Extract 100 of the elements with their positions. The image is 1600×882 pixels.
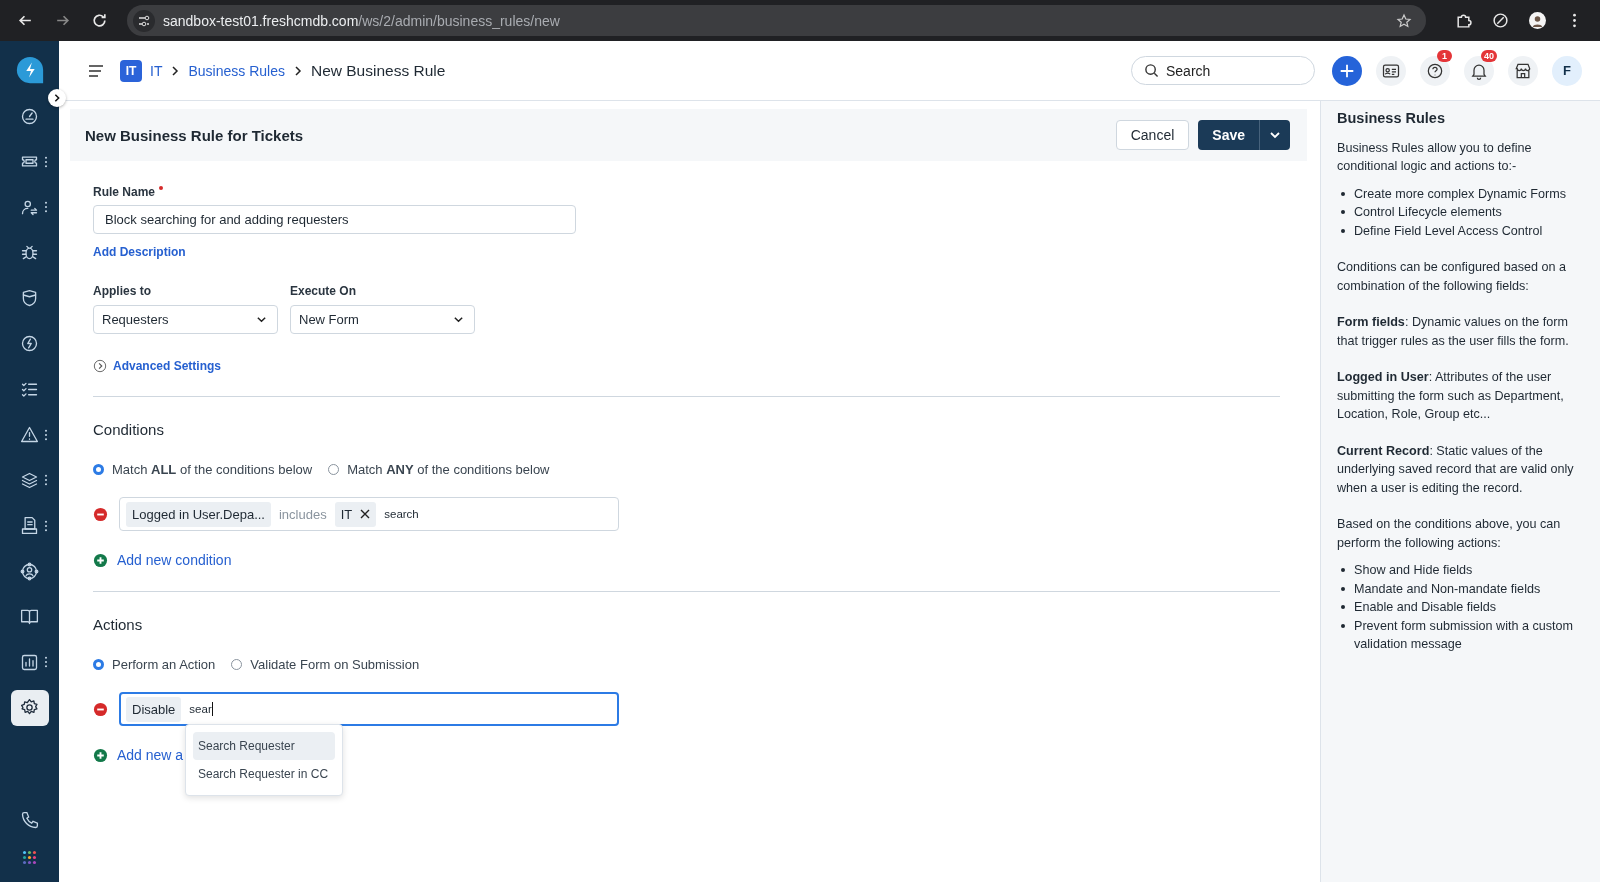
kebab-icon[interactable] (43, 155, 48, 168)
kebab-icon[interactable] (43, 519, 48, 532)
radio-button[interactable] (93, 464, 104, 475)
help-paragraph: Based on the conditions above, you can perform the following actions: (1337, 516, 1562, 552)
suggestion-item[interactable]: Search Requester in CC (193, 760, 335, 788)
user-avatar[interactable]: F (1552, 55, 1582, 86)
help-paragraph: Form fields: Dynamic values on the form that trigger rules as the user fills the form. (1337, 314, 1570, 350)
section-heading: Conditions (93, 421, 164, 438)
suggestion-item[interactable]: Search Requester (193, 732, 335, 760)
logo-icon[interactable] (14, 55, 45, 85)
marketplace-button[interactable] (1508, 55, 1538, 86)
notification-count-badge: 40 (1481, 49, 1497, 62)
field-label: Execute On (290, 284, 358, 298)
requester-list-button[interactable] (1376, 55, 1406, 86)
field-label: Rule Name (93, 185, 156, 199)
user-circle-icon (19, 560, 40, 582)
bullet-icon (1341, 568, 1345, 572)
reload-icon[interactable] (91, 12, 108, 29)
expand-sidebar-button[interactable] (48, 89, 66, 107)
caret-icon (453, 314, 464, 325)
notifications-button[interactable] (1464, 55, 1494, 86)
radio-label: Perform an Action (112, 657, 216, 672)
site-settings-icon[interactable] (133, 9, 155, 32)
breadcrumb-current: New Business Rule (310, 61, 446, 80)
bullet-icon (1341, 605, 1345, 609)
help-title: Business Rules (1337, 109, 1446, 128)
typed-text: search (384, 508, 419, 520)
chevron-right-icon (52, 93, 62, 103)
kebab-icon[interactable] (43, 428, 48, 441)
radio-label: Match ALL of the conditions below (112, 462, 313, 477)
kebab-icon[interactable] (43, 656, 48, 668)
workspace-badge: IT (120, 59, 142, 82)
add-icon[interactable] (93, 552, 108, 568)
radio-label: Validate Form on Submission (250, 657, 420, 672)
help-paragraph: Current Record: Static values of the underlying saved record that are valid only when a user is editing the record. (1337, 442, 1575, 497)
puzzle-icon[interactable] (1455, 12, 1472, 29)
kebab-icon[interactable] (43, 201, 48, 213)
action-chip: Disable (126, 696, 182, 722)
caret-icon (1269, 129, 1281, 141)
sidebar-item[interactable] (10, 689, 49, 726)
profile-avatar-icon[interactable] (1529, 12, 1546, 29)
section-heading: Actions (93, 616, 143, 633)
dropdown-field[interactable]: New Form (290, 305, 475, 334)
remove-icon[interactable] (93, 506, 108, 522)
bullet-icon (1341, 228, 1345, 233)
star-icon[interactable] (1396, 12, 1412, 29)
bullet-icon (1341, 623, 1345, 628)
chevron-circle-icon[interactable] (93, 359, 107, 373)
list-item: Show and Hide fields (1354, 562, 1473, 579)
document-icon (19, 515, 40, 536)
bullet-icon (1341, 191, 1345, 196)
url-text: sandbox-test01.freshcmdb.com/ws/2/admin/business_rules/new (163, 12, 561, 29)
condition-field[interactable]: Logged in User.Depa... includes IT search (119, 497, 619, 531)
add-button[interactable] (1332, 55, 1362, 86)
rule-name-field[interactable]: Block searching for and adding requesters (93, 205, 576, 234)
search-field[interactable]: Search (1131, 56, 1315, 85)
list-item: Prevent form submission with a custom validation message (1354, 617, 1575, 653)
help-paragraph: Logged in User: Attributes of the user submitting the form such as Department, Location, Role, Group etc... (1337, 369, 1565, 423)
save-options-button[interactable] (1259, 120, 1290, 150)
breadcrumb-link[interactable]: Business Rules (188, 62, 285, 79)
breadcrumb-link[interactable]: IT (150, 62, 163, 79)
caret-icon (256, 314, 267, 325)
typed-text: sear (189, 702, 213, 716)
kebab-icon[interactable] (43, 474, 48, 486)
bolt-icon (19, 333, 40, 354)
value-tag: IT (334, 501, 377, 527)
chevron-right-icon (170, 65, 181, 76)
advanced-settings-link[interactable]: Advanced Settings (113, 359, 222, 373)
list-item: Mandate and Non-mandate fields (1354, 580, 1541, 598)
cancel-button[interactable]: Cancel (1115, 120, 1190, 150)
list-item: Control Lifecycle elements (1354, 204, 1502, 221)
add-condition-link[interactable]: Add new condition (117, 552, 232, 568)
help-paragraph: Conditions can be configured based on a combination of the following fields: (1337, 259, 1567, 295)
radio-button[interactable] (93, 659, 104, 670)
warning-icon (19, 424, 40, 445)
help-count-badge: 1 (1437, 49, 1452, 62)
chevron-right-icon (292, 65, 303, 76)
phone-icon[interactable] (19, 810, 40, 831)
bullet-icon (1341, 210, 1345, 214)
add-action-link[interactable]: Add new a (117, 747, 184, 763)
operator-text: includes (279, 506, 327, 522)
bullet-icon (1341, 586, 1345, 591)
field-label: Applies to (93, 284, 152, 298)
list-item: Create more complex Dynamic Forms (1354, 185, 1567, 203)
add-icon[interactable] (93, 747, 108, 763)
dropdown-field[interactable]: Requesters (93, 305, 278, 334)
apps-icon[interactable] (21, 849, 38, 866)
radio-label: Match ANY of the conditions below (347, 462, 550, 477)
search-icon (1144, 63, 1159, 78)
help-button[interactable] (1420, 55, 1450, 86)
list-item: Define Field Level Access Control (1354, 222, 1543, 240)
list-item: Enable and Disable fields (1354, 599, 1497, 616)
add-description-link[interactable]: Add Description (93, 245, 186, 259)
field-chip: Logged in User.Depa... (126, 501, 271, 527)
close-icon[interactable] (360, 509, 371, 519)
help-paragraph: Business Rules allow you to define conditional logic and actions to:- (1337, 139, 1533, 175)
address-bar[interactable]: sandbox-test01.freshcmdb.com/ws/2/admin/business_rules/new (127, 5, 1426, 36)
save-button[interactable]: Save (1198, 120, 1259, 150)
page-title: New Business Rule for Tickets (85, 126, 304, 144)
remove-icon[interactable] (93, 701, 108, 717)
